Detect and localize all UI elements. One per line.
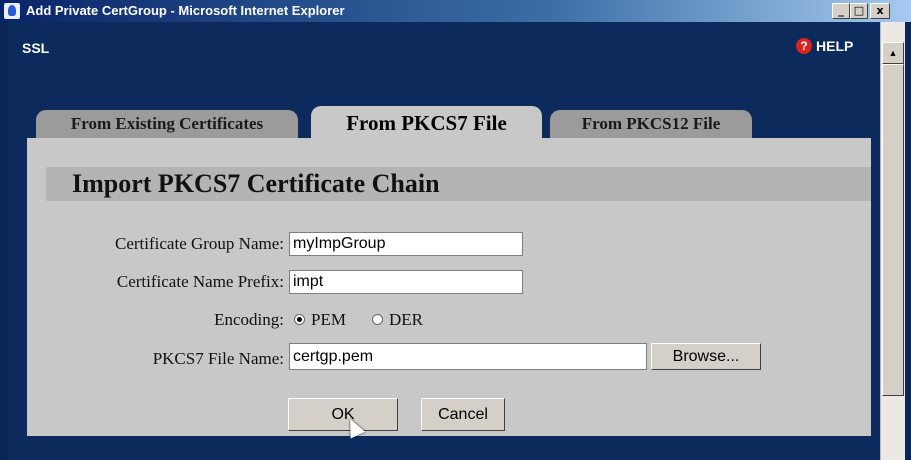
panel-title: Import PKCS7 Certificate Chain	[72, 169, 440, 198]
help-icon: ?	[796, 38, 812, 54]
window-titlebar: Add Private CertGroup - Microsoft Intern…	[0, 0, 911, 22]
scroll-thumb[interactable]	[882, 64, 904, 396]
help-link[interactable]: ? HELP	[796, 38, 853, 54]
ie-icon	[4, 3, 20, 19]
window-title: Add Private CertGroup - Microsoft Intern…	[26, 3, 345, 18]
pem-radio-label: PEM	[311, 310, 346, 329]
tab-from-existing-certificates[interactable]: From Existing Certificates	[36, 110, 298, 138]
help-label: HELP	[816, 38, 854, 54]
ok-button[interactable]: OK	[288, 398, 398, 431]
group-name-input[interactable]: myImpGroup	[289, 232, 523, 256]
name-prefix-label: Certificate Name Prefix:	[116, 272, 284, 291]
scroll-up-arrow-icon[interactable]: ▲	[882, 42, 904, 64]
minimize-button[interactable]: _	[832, 3, 850, 19]
section-label: SSL	[22, 40, 50, 56]
panel-header: Import PKCS7 Certificate Chain	[46, 167, 871, 201]
file-name-label: PKCS7 File Name:	[152, 349, 284, 368]
pem-radio[interactable]	[294, 314, 305, 325]
tab-from-pkcs7-file[interactable]: From PKCS7 File	[311, 106, 542, 139]
file-name-input[interactable]: certgp.pem	[289, 343, 647, 370]
der-radio-label: DER	[389, 310, 423, 329]
encoding-label: Encoding:	[214, 310, 284, 329]
maximize-button[interactable]: □	[850, 3, 868, 19]
group-name-label: Certificate Group Name:	[115, 234, 284, 253]
import-panel: Import PKCS7 Certificate Chain Certifica…	[27, 138, 871, 436]
cancel-button[interactable]: Cancel	[421, 398, 505, 431]
close-button[interactable]: x	[870, 3, 890, 19]
der-radio[interactable]	[372, 314, 383, 325]
vertical-scrollbar[interactable]: ▲	[880, 22, 905, 460]
browse-button[interactable]: Browse...	[651, 343, 761, 370]
name-prefix-input[interactable]: impt	[289, 270, 523, 294]
tab-from-pkcs12-file[interactable]: From PKCS12 File	[550, 110, 752, 138]
